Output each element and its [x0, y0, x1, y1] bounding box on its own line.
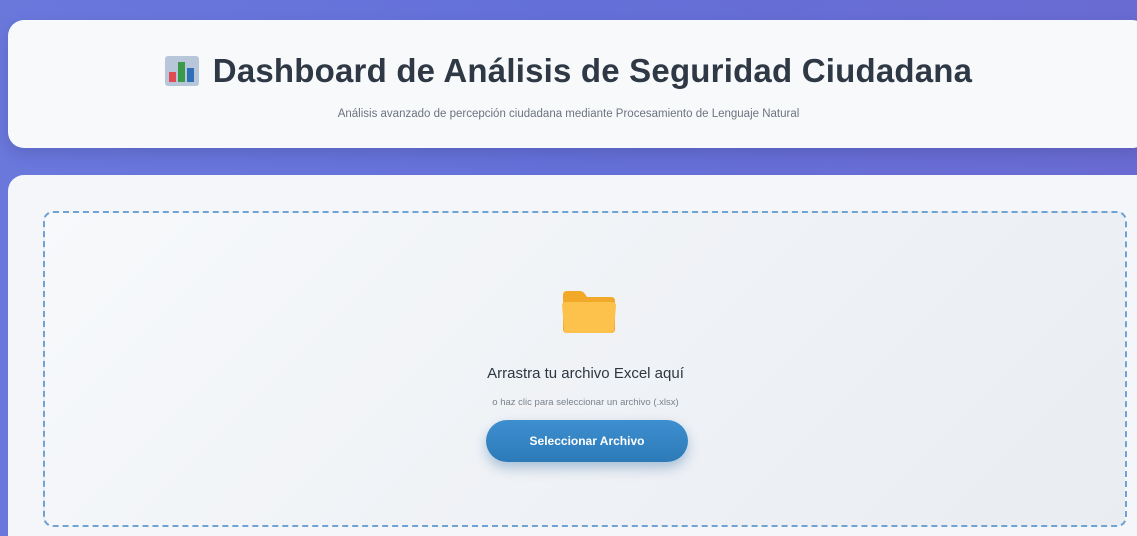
page-title: Dashboard de Análisis de Seguridad Ciuda…: [212, 52, 973, 89]
select-file-button[interactable]: Seleccionar Archivo: [486, 420, 688, 462]
page: Dashboard de Análisis de Seguridad Ciuda…: [0, 0, 1137, 536]
bar-chart-icon: [164, 56, 199, 86]
dropzone-title: Arrastra tu archivo Excel aquí: [487, 365, 684, 382]
page-subtitle: Análisis avanzado de percepción ciudadan…: [337, 108, 800, 120]
header-title-row: Dashboard de Análisis de Seguridad Ciuda…: [0, 52, 1137, 90]
folder-icon: [562, 291, 616, 333]
dropzone-hint: o haz clic para seleccionar un archivo (…: [492, 397, 679, 408]
